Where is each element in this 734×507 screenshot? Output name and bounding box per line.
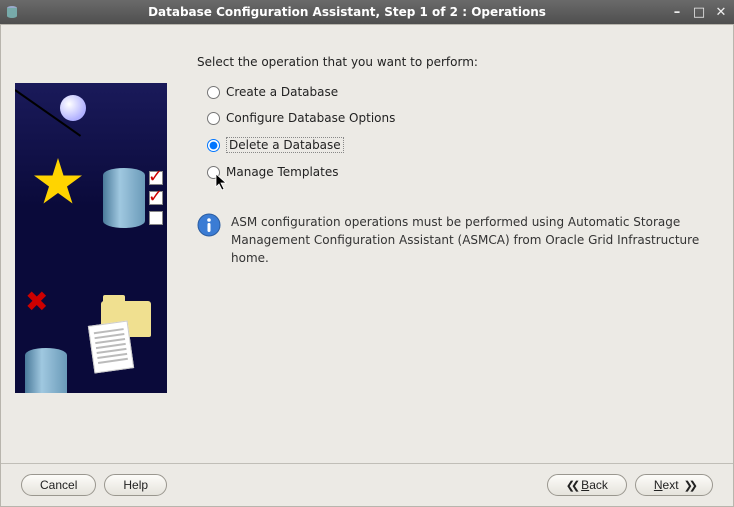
radio-configure-database[interactable]	[207, 112, 220, 125]
option-delete-database[interactable]: Delete a Database	[207, 131, 713, 159]
chevron-right-icon: ❯❯	[684, 479, 694, 492]
option-configure-database[interactable]: Configure Database Options	[207, 105, 713, 131]
operation-options: Create a Database Configure Database Opt…	[207, 79, 713, 185]
wizard-body: ✖ Select the operation that you want to …	[0, 24, 734, 507]
maximize-button[interactable]: □	[690, 4, 708, 20]
back-button[interactable]: ❮❮ Back	[547, 474, 627, 496]
app-icon	[4, 4, 20, 20]
help-button[interactable]: Help	[104, 474, 167, 496]
option-create-database[interactable]: Create a Database	[207, 79, 713, 105]
option-label: Delete a Database	[226, 137, 344, 153]
window-titlebar: Database Configuration Assistant, Step 1…	[0, 0, 734, 24]
info-icon	[197, 213, 221, 237]
window-title: Database Configuration Assistant, Step 1…	[26, 5, 668, 19]
prompt-text: Select the operation that you want to pe…	[197, 55, 713, 69]
close-button[interactable]: ✕	[712, 4, 730, 20]
wizard-graphic: ✖	[15, 83, 167, 393]
option-label: Create a Database	[226, 85, 338, 99]
next-button[interactable]: Next ❯❯	[635, 474, 713, 496]
info-panel: ASM configuration operations must be per…	[197, 213, 713, 267]
chevron-left-icon: ❮❮	[566, 479, 576, 492]
option-manage-templates[interactable]: Manage Templates	[207, 159, 713, 185]
option-label: Configure Database Options	[226, 111, 395, 125]
option-label: Manage Templates	[226, 165, 339, 179]
wizard-button-bar: Cancel Help ❮❮ Back Next ❯❯	[1, 463, 733, 506]
cancel-button[interactable]: Cancel	[21, 474, 96, 496]
radio-delete-database[interactable]	[207, 139, 220, 152]
radio-create-database[interactable]	[207, 86, 220, 99]
wizard-content: Select the operation that you want to pe…	[167, 55, 713, 445]
minimize-button[interactable]: –	[668, 4, 686, 20]
radio-manage-templates[interactable]	[207, 166, 220, 179]
info-text: ASM configuration operations must be per…	[231, 213, 713, 267]
